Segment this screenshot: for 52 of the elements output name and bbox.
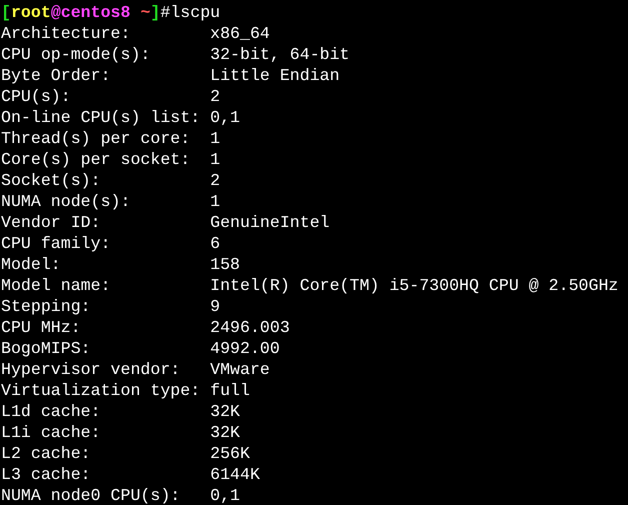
- prompt-text: ]: [150, 2, 160, 23]
- field-value: 1: [210, 128, 220, 149]
- field-value: 6144K: [210, 464, 260, 485]
- field-label: Socket(s):: [1, 170, 102, 191]
- field-label: L1i cache:: [1, 422, 102, 443]
- field-value: 0,1: [210, 107, 240, 128]
- field-value: GenuineIntel: [210, 212, 330, 233]
- field-label: Byte Order:: [1, 65, 112, 86]
- field-label: CPU op-mode(s):: [1, 44, 152, 65]
- field-value: 2: [210, 86, 220, 107]
- field-value: x86_64: [210, 23, 270, 44]
- field-label: Architecture:: [1, 23, 132, 44]
- prompt-text: root: [10, 2, 51, 23]
- field-value: 6: [210, 233, 220, 254]
- field-value: 32K: [210, 401, 240, 422]
- field-value: 32-bit, 64-bit: [210, 44, 350, 65]
- field-label: NUMA node(s):: [1, 191, 132, 212]
- field-label: L3 cache:: [1, 464, 92, 485]
- field-label: L1d cache:: [1, 401, 102, 422]
- field-label: CPU MHz:: [1, 317, 82, 338]
- field-label: Model name:: [1, 275, 112, 296]
- field-value: 2496.003: [210, 317, 290, 338]
- prompt-text: ~: [139, 2, 150, 23]
- field-label: CPU(s):: [1, 86, 72, 107]
- field-value: full: [210, 380, 250, 401]
- field-label: Model:: [1, 254, 62, 275]
- field-value: 256K: [210, 443, 250, 464]
- field-label: Thread(s) per core:: [1, 128, 192, 149]
- field-value: Little Endian: [210, 65, 340, 86]
- field-value: 1: [210, 191, 220, 212]
- field-label: NUMA node0 CPU(s):: [1, 485, 182, 505]
- field-value: VMware: [210, 359, 270, 380]
- field-label: Stepping:: [1, 296, 92, 317]
- field-value: 32K: [210, 422, 240, 443]
- field-label: Vendor ID:: [1, 212, 102, 233]
- field-value: 2: [210, 170, 220, 191]
- field-label: BogoMIPS:: [1, 338, 92, 359]
- prompt-text: @centos8: [50, 2, 130, 23]
- field-label: CPU family:: [1, 233, 112, 254]
- field-value: 158: [210, 254, 240, 275]
- field-value: 4992.00: [210, 338, 280, 359]
- field-label: On-line CPU(s) list:: [1, 107, 202, 128]
- prompt-text: [: [1, 2, 11, 23]
- command-text: #lscpu: [160, 2, 220, 23]
- field-value: Intel(R) Core(TM) i5-7300HQ CPU @ 2.50GHz: [210, 275, 618, 296]
- field-value: 9: [210, 296, 220, 317]
- field-label: L2 cache:: [1, 443, 92, 464]
- field-label: Virtualization type:: [1, 380, 202, 401]
- field-label: Hypervisor vendor:: [1, 359, 182, 380]
- field-label: Core(s) per socket:: [1, 149, 192, 170]
- field-value: 1: [210, 149, 220, 170]
- field-value: 0,1: [210, 485, 240, 505]
